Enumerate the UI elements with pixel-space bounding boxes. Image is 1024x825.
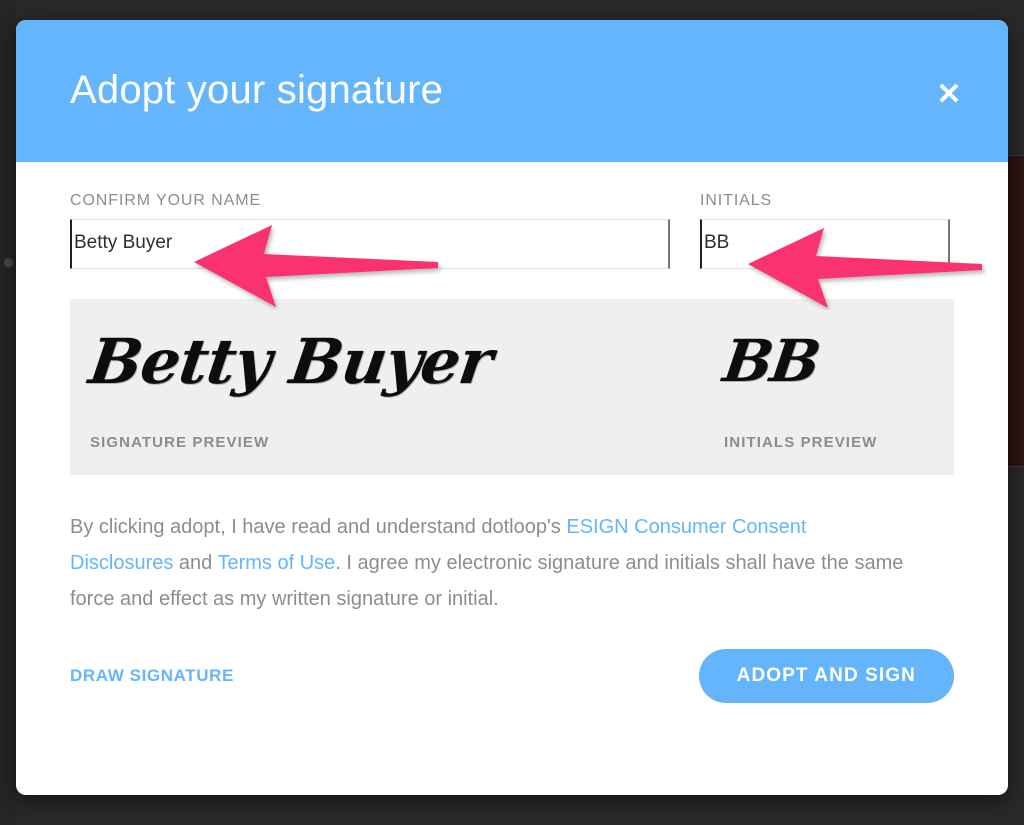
modal-body: CONFIRM YOUR NAME INITIALS Betty Buyer S… <box>16 162 1008 709</box>
modal-header: Adopt your signature ✕ <box>16 20 1008 162</box>
initials-label: INITIALS <box>700 192 773 209</box>
adopt-signature-modal: Adopt your signature ✕ CONFIRM YOUR NAME… <box>16 20 1008 795</box>
disclosure-part-1: By clicking adopt, I have read and under… <box>70 516 567 538</box>
fields-row: CONFIRM YOUR NAME INITIALS <box>16 162 1008 269</box>
draw-signature-button[interactable]: DRAW SIGNATURE <box>70 666 234 686</box>
disclosure-part-2: and <box>173 552 218 574</box>
backdrop-glyph: ● <box>2 249 16 274</box>
initials-field[interactable] <box>700 219 950 269</box>
disclosure-text: By clicking adopt, I have read and under… <box>70 509 906 617</box>
close-icon[interactable]: ✕ <box>932 78 966 112</box>
initials-preview-text: BB <box>719 327 823 395</box>
modal-footer: DRAW SIGNATURE ADOPT AND SIGN <box>70 643 954 709</box>
signature-preview-text: Betty Buyer <box>84 325 497 398</box>
confirm-your-name-label: CONFIRM YOUR NAME <box>70 192 262 209</box>
initials-preview-cell: BB INITIALS PREVIEW <box>690 299 954 475</box>
initials-preview-caption: INITIALS PREVIEW <box>724 434 878 451</box>
page-title: Adopt your signature <box>70 68 444 112</box>
confirm-your-name-group: CONFIRM YOUR NAME <box>70 192 670 269</box>
terms-of-use-link[interactable]: Terms of Use <box>217 552 335 574</box>
confirm-your-name-field[interactable] <box>70 219 670 269</box>
adopt-and-sign-button[interactable]: ADOPT AND SIGN <box>698 649 954 703</box>
initials-group: INITIALS <box>700 192 950 269</box>
backdrop-left-stripe <box>0 0 16 825</box>
signature-preview-cell: Betty Buyer SIGNATURE PREVIEW <box>70 299 690 475</box>
signature-preview-panel: Betty Buyer SIGNATURE PREVIEW BB INITIAL… <box>70 299 954 475</box>
signature-preview-caption: SIGNATURE PREVIEW <box>90 434 270 451</box>
